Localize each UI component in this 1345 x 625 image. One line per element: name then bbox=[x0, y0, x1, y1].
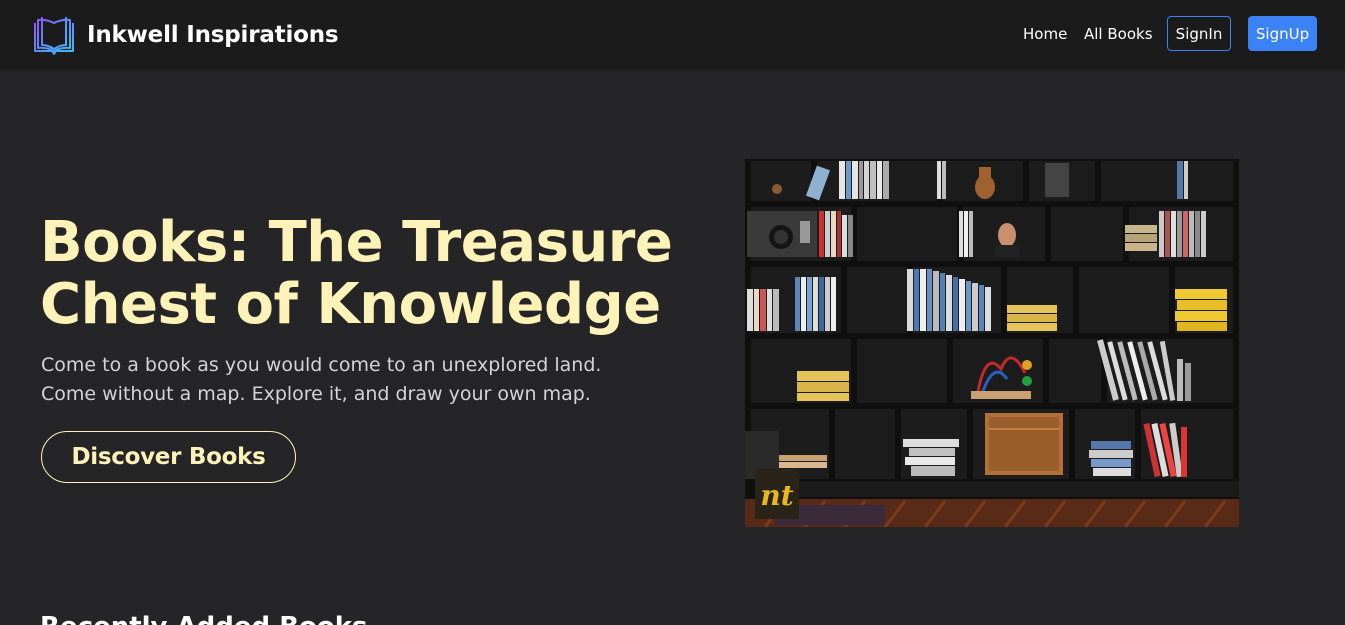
signup-button[interactable]: SignUp bbox=[1248, 16, 1317, 51]
signin-button[interactable]: SignIn bbox=[1167, 16, 1231, 51]
hero-subtitle: Come to a book as you would come to an u… bbox=[41, 354, 602, 405]
open-book-icon bbox=[34, 17, 74, 55]
brand-name: Inkwell Inspirations bbox=[87, 22, 339, 48]
hero-title: Books: The Treasure Chest of Knowledge bbox=[40, 210, 673, 337]
bookshelf-image: nt bbox=[745, 159, 1239, 527]
bookshelf-illustration: nt bbox=[745, 159, 1239, 527]
nav-all-books-link[interactable]: All Books bbox=[1084, 25, 1153, 43]
brand[interactable]: Inkwell Inspirations bbox=[32, 13, 339, 57]
navbar: Inkwell Inspirations Home All Books Sign… bbox=[0, 0, 1345, 70]
nav-home-link[interactable]: Home bbox=[1023, 25, 1067, 43]
watermark-badge: nt bbox=[760, 479, 793, 512]
recently-added-heading: Recently Added Books bbox=[40, 612, 368, 625]
discover-books-button[interactable]: Discover Books bbox=[41, 431, 296, 483]
